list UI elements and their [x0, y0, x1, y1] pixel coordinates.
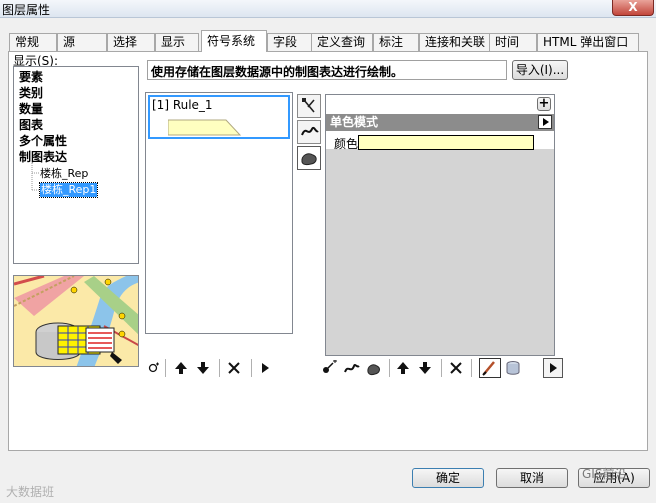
- toolbar-separator: [471, 359, 472, 377]
- add-layer-button[interactable]: +: [537, 97, 551, 111]
- rule-label: [1] Rule_1: [152, 98, 213, 112]
- add-stroke-layer-icon[interactable]: [343, 360, 361, 376]
- cancel-button[interactable]: 取消: [496, 468, 568, 488]
- layer-move-down-icon[interactable]: [417, 360, 433, 376]
- stroke-layer-icon: [301, 126, 319, 136]
- title-bar: 图层属性 X: [0, 0, 656, 18]
- add-marker-layer-icon[interactable]: [321, 360, 339, 376]
- symbology-panel: 显示(S): 要素 类别 数量 图表 多个属性 制图表达 楼栋_Rep 楼栋_R…: [8, 51, 648, 451]
- color-swatch[interactable]: [358, 135, 534, 150]
- tab-source[interactable]: 源: [57, 33, 107, 51]
- add-rule-icon[interactable]: [147, 362, 159, 374]
- show-tree: 要素 类别 数量 图表 多个属性 制图表达 楼栋_Rep 楼栋_Rep1: [13, 66, 139, 264]
- fill-layer-icon: [301, 153, 317, 166]
- cylinder-icon[interactable]: [505, 360, 521, 376]
- play-icon[interactable]: [259, 362, 271, 374]
- add-fill-layer-icon[interactable]: [365, 360, 383, 376]
- tab-selection[interactable]: 选择: [107, 33, 155, 51]
- ok-button[interactable]: 确定: [412, 468, 484, 488]
- layer-properties-dialog: 常规 源 选择 显示 符号系统 字段 定义查询 标注 连接和关联 时间 HTML…: [0, 18, 656, 503]
- tree-item-charts[interactable]: 图表: [19, 117, 43, 133]
- rules-list: [1] Rule_1: [145, 92, 293, 334]
- tree-item-features[interactable]: 要素: [19, 69, 43, 85]
- symbology-preview-image: [13, 275, 139, 367]
- tab-definition-query[interactable]: 定义查询: [311, 33, 373, 51]
- move-up-icon[interactable]: [173, 360, 189, 376]
- tree-child-rep1-selected[interactable]: 楼栋_Rep1: [38, 182, 99, 198]
- watermark-left: 大数据班: [6, 485, 55, 499]
- import-button[interactable]: 导入(I)...: [512, 60, 568, 80]
- section-header-solid-color: 单色模式: [326, 114, 554, 131]
- section-title: 单色模式: [330, 115, 379, 129]
- geometric-effects-button[interactable]: [479, 358, 501, 378]
- move-down-icon[interactable]: [195, 360, 211, 376]
- marker-layer-icon: [302, 98, 315, 113]
- window-title: 图层属性: [2, 3, 51, 17]
- toolbar-separator: [251, 359, 252, 377]
- toolbar-separator: [165, 359, 166, 377]
- tab-fields[interactable]: 字段: [267, 33, 313, 51]
- delete-layer-icon[interactable]: [449, 361, 463, 375]
- tree-child-rep[interactable]: 楼栋_Rep: [40, 167, 88, 181]
- tree-item-multiple-attributes[interactable]: 多个属性: [19, 133, 67, 149]
- marker-layer-button[interactable]: [297, 94, 321, 118]
- tree-connector-lines: [31, 163, 40, 191]
- tab-labels[interactable]: 标注: [373, 33, 419, 51]
- delete-rule-icon[interactable]: [227, 361, 241, 375]
- chevron-right-icon: [543, 118, 549, 126]
- chevron-right-icon: [550, 363, 557, 373]
- layer-move-up-icon[interactable]: [395, 360, 411, 376]
- toolbar-separator: [389, 359, 390, 377]
- rule-item[interactable]: [1] Rule_1: [148, 95, 290, 139]
- close-button[interactable]: X: [612, 0, 654, 16]
- tab-joins-relates[interactable]: 连接和关联: [419, 33, 491, 51]
- tab-html-popup[interactable]: HTML 弹出窗口: [537, 33, 639, 51]
- tree-item-quantities[interactable]: 数量: [19, 101, 43, 117]
- more-options-button[interactable]: [543, 358, 563, 378]
- watermark-right: GIS前沿: [582, 467, 627, 481]
- symbol-layer-panel: + 单色模式 颜色:: [325, 94, 555, 356]
- section-menu-button[interactable]: [538, 115, 552, 129]
- tab-time[interactable]: 时间: [489, 33, 537, 51]
- tree-item-categories[interactable]: 类别: [19, 85, 43, 101]
- toolbar-separator: [219, 359, 220, 377]
- tab-display[interactable]: 显示: [155, 33, 199, 51]
- rule-polygon-swatch-icon: [168, 119, 242, 136]
- stroke-layer-button[interactable]: [297, 120, 321, 144]
- layer-properties: + 单色模式 颜色:: [326, 95, 554, 151]
- tab-general[interactable]: 常规: [9, 33, 57, 51]
- tab-symbology[interactable]: 符号系统: [201, 30, 267, 52]
- fill-layer-button[interactable]: [297, 146, 321, 170]
- toolbar-separator: [441, 359, 442, 377]
- brush-icon: [482, 361, 495, 376]
- map-thumbnail-icon: [14, 276, 138, 366]
- renderer-description: 使用存储在图层数据源中的制图表达进行绘制。: [147, 60, 507, 80]
